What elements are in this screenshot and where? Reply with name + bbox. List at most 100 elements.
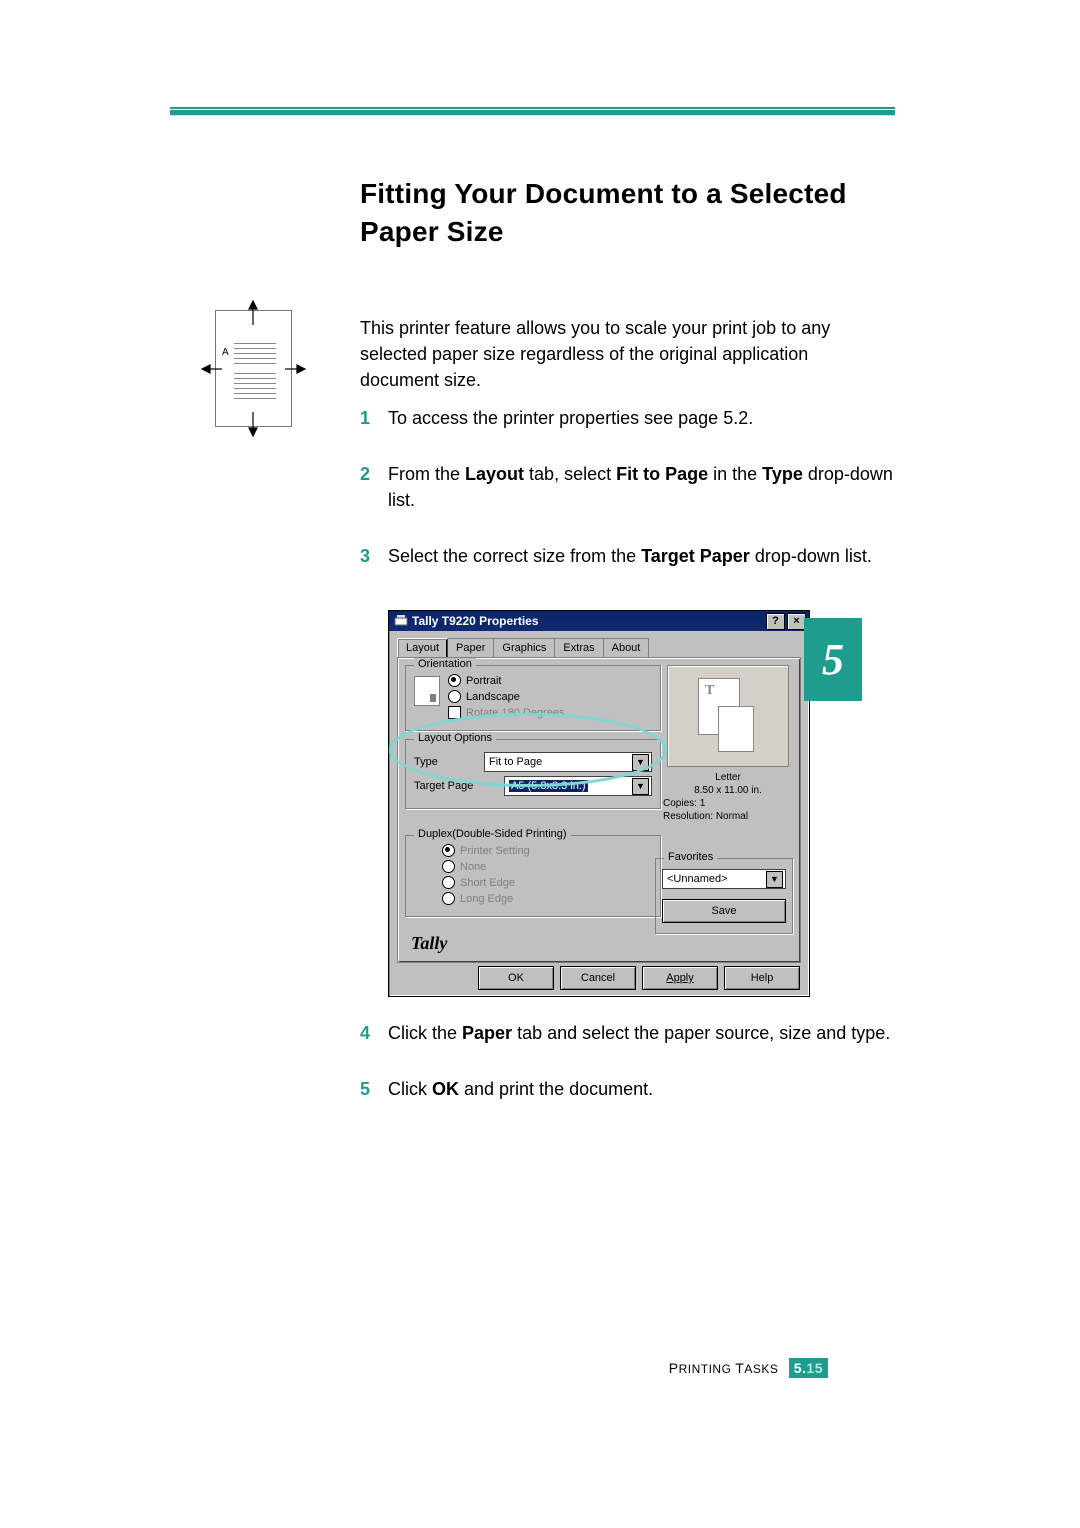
type-label: Type [414,756,484,768]
step-number: 3 [360,543,388,569]
label: Rotate 180 Degrees [466,707,564,719]
step-5: 5 Click OK and print the document. [360,1076,900,1102]
select-value: Fit to Page [489,756,542,768]
t: ASKS [744,1362,778,1376]
type-row: Type Fit to Page ▼ [414,752,652,772]
preview-page-small [718,706,754,752]
step-number: 1 [360,405,388,431]
cancel-button[interactable]: Cancel [560,966,636,990]
step-list-lower: 4 Click the Paper tab and select the pap… [360,1020,900,1132]
step-text: Click OK and print the document. [388,1076,900,1102]
label: Printer Setting [460,845,530,857]
tab-pane-layout: Orientation Portrait Landscape Rotate 18… [397,657,801,963]
preview-caption: Letter 8.50 x 11.00 in. Copies: 1 Resolu… [663,771,793,823]
radio-long-edge[interactable]: Long Edge [442,892,652,905]
radio-portrait[interactable]: Portrait [448,674,564,687]
tab-strip: Layout Paper Graphics Extras About [397,638,801,657]
layout-options-group: Layout Options Type Fit to Page ▼ Target… [405,739,661,809]
save-button[interactable]: Save [662,899,786,923]
step-1: 1 To access the printer properties see p… [360,405,900,431]
radio-short-edge[interactable]: Short Edge [442,876,652,889]
type-select[interactable]: Fit to Page ▼ [484,752,652,772]
radio-none[interactable]: None [442,860,652,873]
page-footer: PRINTING TASKS 5.15 [0,1358,1080,1378]
paper-name: Letter [663,771,793,784]
radio-printer-setting[interactable]: Printer Setting [442,844,652,857]
step-list: 1 To access the printer properties see p… [360,405,900,599]
brand-logo: Tally [411,933,447,954]
diagram-arrows-icon [200,295,307,442]
ok-button[interactable]: OK [478,966,554,990]
t: Click [388,1079,432,1099]
chapter-tab: 5 [804,618,862,701]
radio-icon [448,674,461,687]
tab-paper[interactable]: Paper [447,638,494,657]
preview-pane: Letter 8.50 x 11.00 in. Copies: 1 Resolu… [663,665,793,823]
group-legend: Favorites [664,851,717,863]
step-text: Select the correct size from the Target … [388,543,900,569]
t: 5 [794,1360,802,1376]
rule-thick [170,110,895,115]
t: From the [388,464,465,484]
help-button[interactable]: Help [724,966,800,990]
v: Normal [716,811,748,822]
t: in the [708,464,762,484]
intro-paragraph: This printer feature allows you to scale… [360,315,890,393]
label: Portrait [466,675,501,687]
t: tab and select the paper source, size an… [512,1023,890,1043]
t: P [669,1360,679,1376]
t: and print the document. [459,1079,653,1099]
help-button[interactable]: ? [766,613,785,630]
printer-icon [394,614,408,628]
step-number: 4 [360,1020,388,1046]
t: tab, select [524,464,616,484]
select-value: <Unnamed> [667,873,728,885]
apply-button[interactable]: Apply [642,966,718,990]
printer-properties-dialog: Tally T9220 Properties ? × Layout Paper … [388,610,810,997]
step-text: Click the Paper tab and select the paper… [388,1020,900,1046]
radio-icon [442,892,455,905]
step-number: 2 [360,461,388,513]
radio-icon [442,844,455,857]
tab-extras[interactable]: Extras [554,638,603,657]
orientation-icon [414,676,440,706]
page-number-box: 5.15 [789,1358,828,1378]
target-page-select[interactable]: A5 (5.8x8.3 in.) ▼ [504,776,652,796]
paper-dim: 8.50 x 11.00 in. [663,784,793,797]
t: Paper [462,1023,512,1043]
preview-graphic [667,665,789,767]
target-page-row: Target Page A5 (5.8x8.3 in.) ▼ [414,776,652,796]
tab-layout[interactable]: Layout [397,638,448,657]
fit-to-page-diagram: A [215,310,292,427]
t: Type [762,464,803,484]
l: Copies: [663,798,697,809]
check-rotate-180[interactable]: Rotate 180 Degrees [448,706,564,719]
dialog-button-row: OK Cancel Apply Help [389,966,809,990]
chevron-down-icon: ▼ [632,754,649,771]
favorites-select[interactable]: <Unnamed> ▼ [662,869,786,889]
dialog-titlebar: Tally T9220 Properties ? × [389,611,809,631]
radio-icon [442,860,455,873]
target-page-label: Target Page [414,780,484,792]
t: drop-down list. [750,546,872,566]
orientation-group: Orientation Portrait Landscape Rotate 18… [405,665,661,731]
t: Select the correct size from the [388,546,641,566]
t: T [735,1360,744,1376]
step-text: From the Layout tab, select Fit to Page … [388,461,900,513]
t: Fit to Page [616,464,708,484]
v: 1 [700,798,706,809]
t: 15 [806,1360,823,1376]
t: Click the [388,1023,462,1043]
tab-graphics[interactable]: Graphics [493,638,555,657]
tab-about[interactable]: About [603,638,650,657]
checkbox-icon [448,706,461,719]
step-text: To access the printer properties see pag… [388,405,900,431]
group-legend: Duplex(Double-Sided Printing) [414,828,571,840]
group-legend: Orientation [414,658,476,670]
label: Landscape [466,691,520,703]
t: RINTING [679,1362,736,1376]
dialog-title: Tally T9220 Properties [412,614,539,628]
duplex-group: Duplex(Double-Sided Printing) Printer Se… [405,835,661,917]
radio-icon [442,876,455,889]
radio-landscape[interactable]: Landscape [448,690,564,703]
